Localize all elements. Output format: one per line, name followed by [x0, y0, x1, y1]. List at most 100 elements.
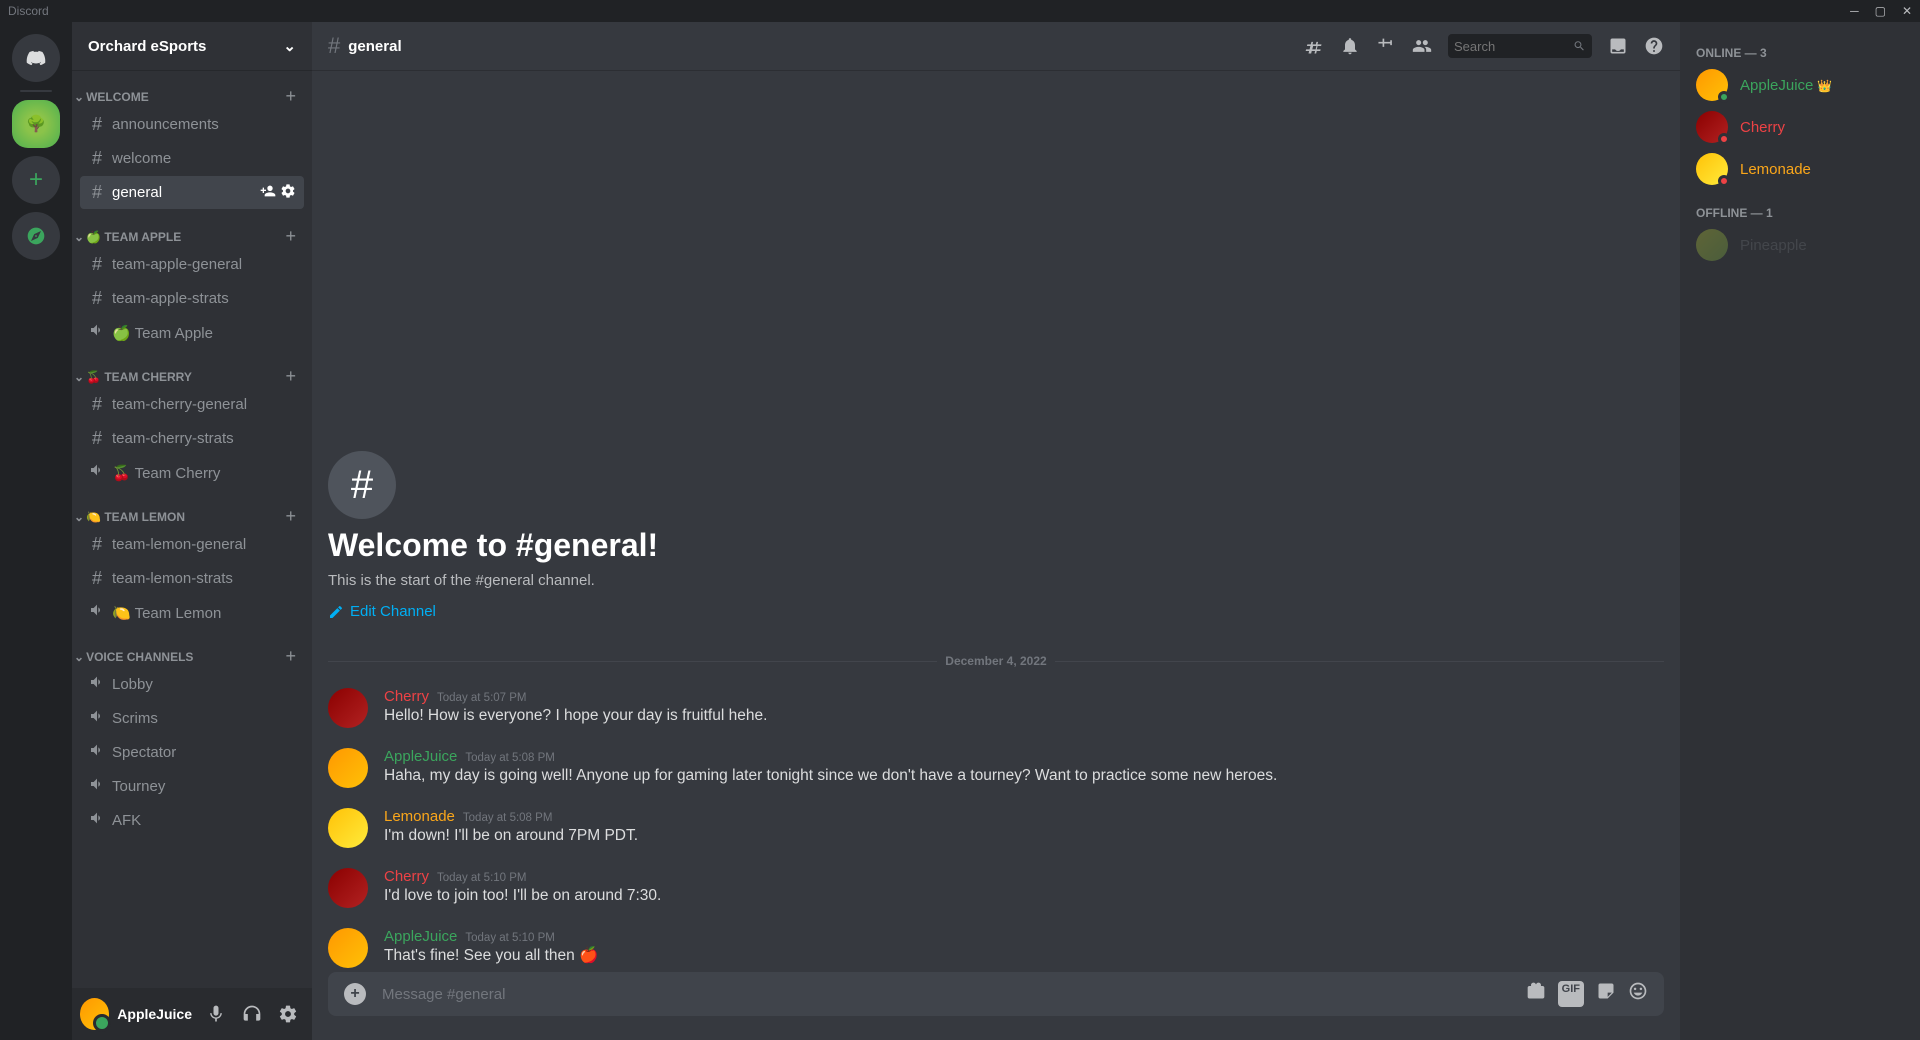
explore-button[interactable]: [12, 212, 60, 260]
channel-category[interactable]: ⌄ Voice Channels+: [72, 630, 312, 667]
channel-category[interactable]: ⌄ 🍋 Team Lemon+: [72, 490, 312, 527]
attach-button[interactable]: +: [344, 983, 366, 1005]
category-label: Welcome: [86, 90, 149, 104]
add-channel-button[interactable]: +: [285, 646, 296, 667]
maximize-button[interactable]: ▢: [1875, 4, 1886, 18]
chat-header: # general: [312, 22, 1680, 70]
member-item[interactable]: Lemonade: [1688, 148, 1912, 190]
minimize-button[interactable]: ─: [1850, 4, 1859, 18]
add-channel-button[interactable]: +: [285, 226, 296, 247]
message: Lemonade Today at 5:08 PM I'm down! I'll…: [312, 804, 1680, 852]
text-channel[interactable]: #team-lemon-general: [80, 528, 304, 561]
search-input[interactable]: [1454, 39, 1573, 54]
add-channel-button[interactable]: +: [285, 86, 296, 107]
mute-button[interactable]: [200, 998, 232, 1030]
add-channel-button[interactable]: +: [285, 506, 296, 527]
notifications-button[interactable]: [1340, 36, 1360, 56]
edit-channel-button[interactable]: Edit Channel: [328, 597, 436, 626]
member-avatar: [1696, 153, 1728, 185]
messages[interactable]: # Welcome to #general! This is the start…: [312, 70, 1680, 972]
channel-category[interactable]: ⌄ Welcome+: [72, 70, 312, 107]
inbox-button[interactable]: [1608, 36, 1628, 56]
current-user-avatar[interactable]: [80, 998, 109, 1030]
channel-name: Scrims: [112, 710, 158, 727]
channel-category[interactable]: ⌄ 🍒 Team Cherry+: [72, 350, 312, 387]
text-channel[interactable]: #team-apple-strats: [80, 282, 304, 315]
current-user-name[interactable]: AppleJuice: [117, 1006, 192, 1022]
threads-button[interactable]: [1304, 36, 1324, 56]
hash-icon: #: [88, 182, 106, 203]
channel-name: Spectator: [112, 744, 176, 761]
settings-button[interactable]: [272, 998, 304, 1030]
home-button[interactable]: [12, 34, 60, 82]
message-author[interactable]: Lemonade: [384, 808, 455, 825]
sticker-button[interactable]: [1596, 981, 1616, 1007]
search-box[interactable]: [1448, 34, 1592, 58]
close-button[interactable]: ✕: [1902, 4, 1912, 18]
channel-category[interactable]: ⌄ 🍏 Team Apple+: [72, 210, 312, 247]
voice-channel[interactable]: 🍒 Team Cherry: [80, 456, 304, 489]
voice-channel[interactable]: Scrims: [80, 702, 304, 735]
text-channel[interactable]: #team-cherry-general: [80, 388, 304, 421]
voice-channel[interactable]: 🍋 Team Lemon: [80, 596, 304, 629]
voice-channel[interactable]: Lobby: [80, 668, 304, 701]
text-channel[interactable]: #welcome: [80, 142, 304, 175]
message-author[interactable]: Cherry: [384, 868, 429, 885]
search-icon: [1573, 39, 1586, 53]
text-channel[interactable]: #team-cherry-strats: [80, 422, 304, 455]
window-controls: ─ ▢ ✕: [1850, 4, 1912, 18]
server-name: Orchard eSports: [88, 38, 206, 55]
message-input-container: + GIF: [328, 972, 1664, 1016]
emoji-button[interactable]: [1628, 981, 1648, 1007]
text-channel[interactable]: #team-lemon-strats: [80, 562, 304, 595]
gif-button[interactable]: GIF: [1558, 981, 1584, 1007]
server-header[interactable]: Orchard eSports ⌄: [72, 22, 312, 70]
status-indicator: [1718, 91, 1730, 103]
chat-header-actions: [1304, 34, 1664, 58]
titlebar: Discord ─ ▢ ✕: [0, 0, 1920, 22]
message-avatar[interactable]: [328, 868, 368, 908]
message-avatar[interactable]: [328, 748, 368, 788]
channels-list: ⌄ Welcome+#announcements#welcome#general…: [72, 70, 312, 988]
members-button[interactable]: [1412, 36, 1432, 56]
category-label: Voice Channels: [86, 650, 193, 664]
voice-channel[interactable]: Spectator: [80, 736, 304, 769]
category-label: 🍋 Team Lemon: [86, 510, 185, 524]
text-channel[interactable]: #general: [80, 176, 304, 209]
text-channel[interactable]: #team-apple-general: [80, 248, 304, 281]
member-avatar: [1696, 69, 1728, 101]
message-author[interactable]: AppleJuice: [384, 928, 457, 945]
voice-channel[interactable]: AFK: [80, 804, 304, 837]
pinned-button[interactable]: [1376, 36, 1396, 56]
add-channel-button[interactable]: +: [285, 366, 296, 387]
speaker-icon: [88, 742, 106, 763]
message: Cherry Today at 5:10 PM I'd love to join…: [312, 864, 1680, 912]
chevron-down-icon: ⌄: [74, 230, 84, 244]
server-icon-orchard[interactable]: 🌳: [12, 100, 60, 148]
hash-icon: #: [328, 33, 340, 59]
add-server-button[interactable]: +: [12, 156, 60, 204]
invite-icon[interactable]: [260, 183, 276, 202]
member-item[interactable]: Cherry: [1688, 106, 1912, 148]
member-item[interactable]: Pineapple: [1688, 224, 1912, 266]
gift-button[interactable]: [1526, 981, 1546, 1007]
message-input[interactable]: [382, 986, 1526, 1003]
message-avatar[interactable]: [328, 688, 368, 728]
message-avatar[interactable]: [328, 808, 368, 848]
deafen-button[interactable]: [236, 998, 268, 1030]
server-divider: [20, 90, 52, 92]
message-author[interactable]: Cherry: [384, 688, 429, 705]
message-time: Today at 5:08 PM: [465, 752, 555, 764]
text-channel[interactable]: #announcements: [80, 108, 304, 141]
voice-channel[interactable]: 🍏 Team Apple: [80, 316, 304, 349]
channel-name: announcements: [112, 116, 219, 133]
message-author[interactable]: AppleJuice: [384, 748, 457, 765]
date-divider: December 4, 2022: [328, 654, 1664, 668]
member-item[interactable]: AppleJuice👑: [1688, 64, 1912, 106]
message-text: That's fine! See you all then 🍎: [384, 945, 1664, 966]
message-avatar[interactable]: [328, 928, 368, 968]
channel-name: team-cherry-strats: [112, 430, 234, 447]
voice-channel[interactable]: Tourney: [80, 770, 304, 803]
help-button[interactable]: [1644, 36, 1664, 56]
gear-icon[interactable]: [280, 183, 296, 202]
